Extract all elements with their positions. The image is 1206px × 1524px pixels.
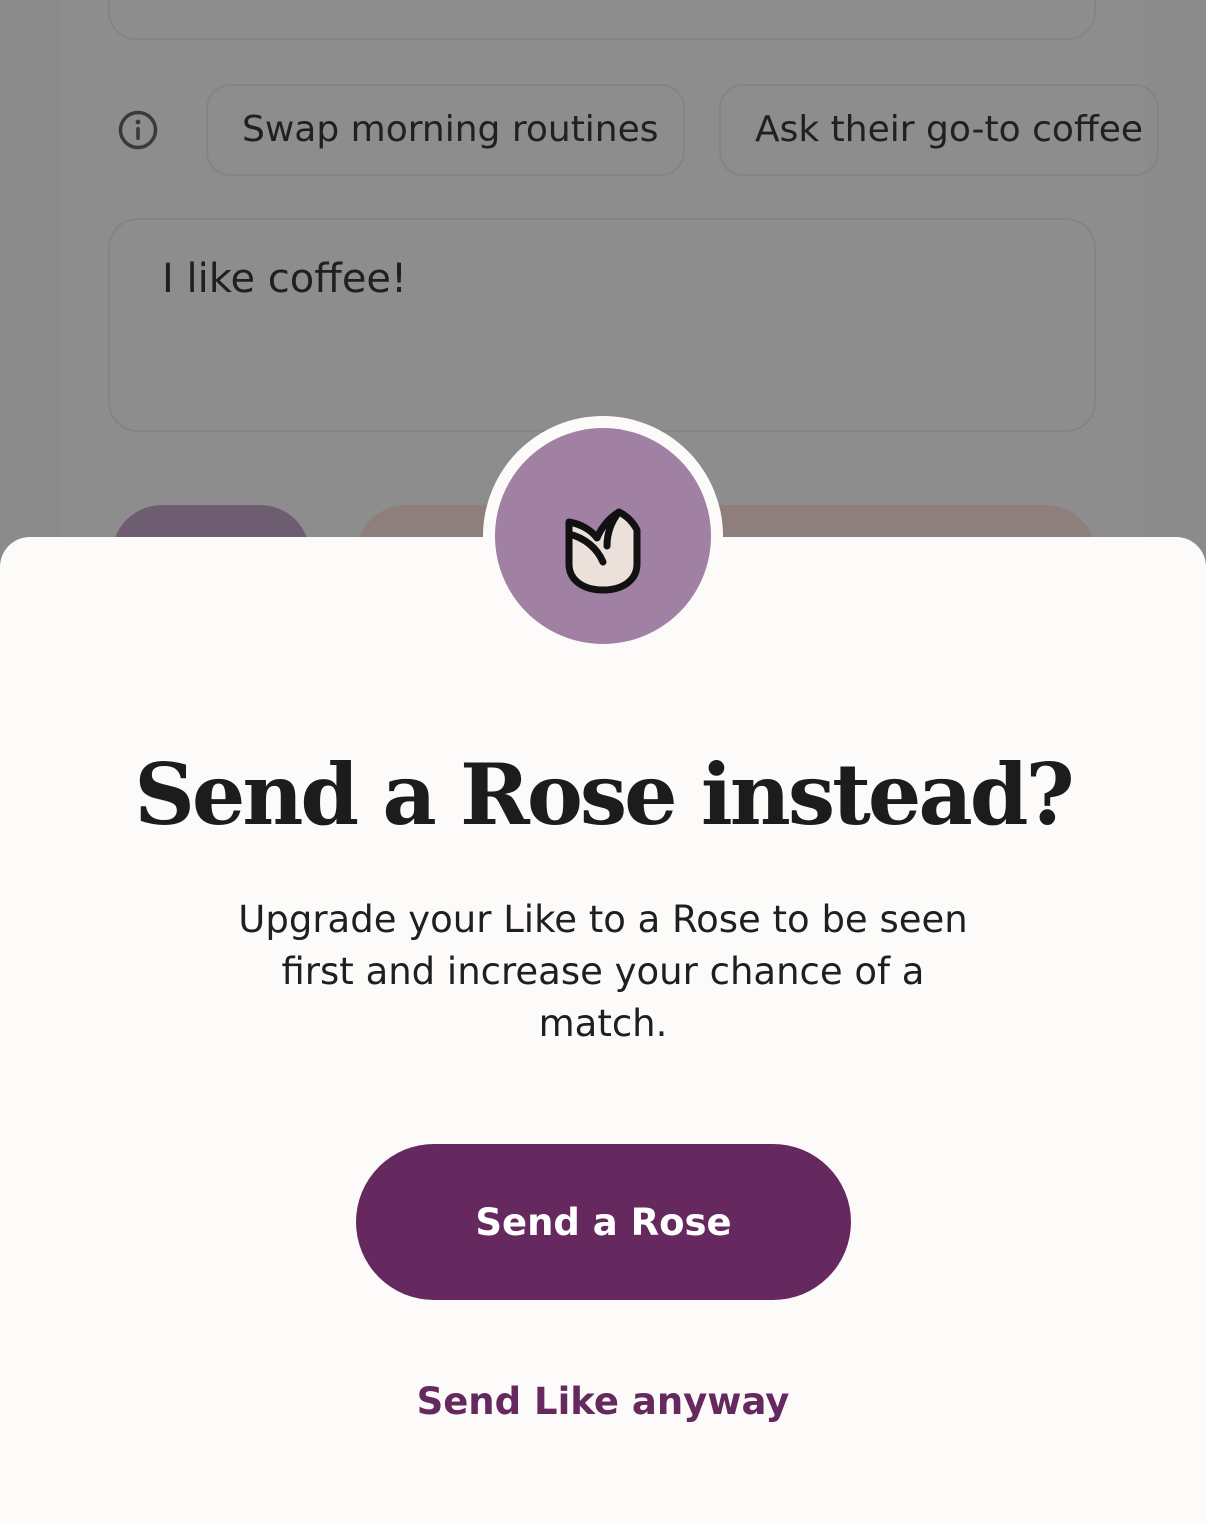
info-icon[interactable]	[118, 110, 158, 150]
send-rose-button[interactable]: Send a Rose	[356, 1144, 851, 1300]
comment-input[interactable]: I like coffee!	[108, 218, 1096, 432]
prompt-chip[interactable]: Ask their go-to coffee	[719, 84, 1159, 176]
comment-text: I like coffee!	[162, 256, 408, 302]
rose-icon	[565, 508, 641, 594]
rose-badge-circle	[495, 428, 711, 644]
rose-badge	[483, 416, 723, 656]
send-like-anyway-link[interactable]: Send Like anyway	[300, 1370, 906, 1434]
background-top-field	[108, 0, 1096, 40]
prompt-chip[interactable]: Swap morning routines	[206, 84, 685, 176]
sheet-title: Send a Rose instead?	[134, 745, 1075, 844]
sheet-description: Upgrade your Like to a Rose to be seen f…	[238, 898, 968, 1045]
screen: Swap morning routines Ask their go-to co…	[0, 0, 1206, 1524]
